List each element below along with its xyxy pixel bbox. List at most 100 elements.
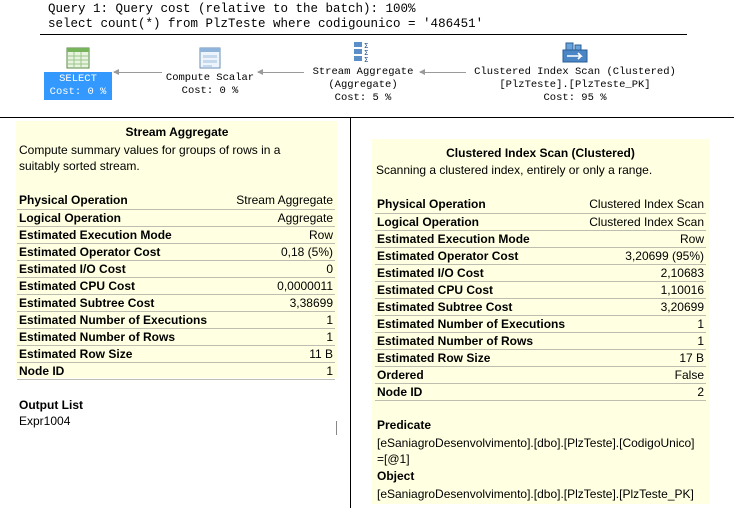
property-row: Estimated Subtree Cost 3,38699 bbox=[17, 294, 335, 312]
plan-node-clustered-index-scan[interactable]: Clustered Index Scan (Clustered) [PlzTes… bbox=[466, 40, 684, 105]
property-row: Estimated Row Size 17 B bbox=[375, 349, 706, 367]
property-row: Estimated CPU Cost 0,0000011 bbox=[17, 277, 335, 295]
property-name: Estimated I/O Cost bbox=[17, 260, 226, 278]
plan-divider bbox=[40, 34, 687, 35]
property-value: 17 B bbox=[579, 349, 706, 367]
clustered-scan-label: Clustered Index Scan (Clustered) bbox=[474, 66, 676, 78]
property-name: Ordered bbox=[375, 366, 580, 384]
plan-node-select[interactable]: SELECT Cost: 0 % bbox=[44, 46, 112, 100]
stream-aggregate-properties: Physical Operation Stream Aggregate Logica… bbox=[17, 192, 335, 380]
property-value: 1 bbox=[225, 328, 335, 346]
property-row: Estimated I/O Cost 2,10683 bbox=[375, 264, 706, 282]
stream-aggregate-cost: Cost: 5 % bbox=[334, 92, 392, 104]
property-name: Estimated Number of Executions bbox=[375, 315, 580, 333]
property-value: 11 B bbox=[225, 345, 335, 363]
property-value: 2 bbox=[579, 383, 706, 401]
stream-aggregate-sub: (Aggregate) bbox=[328, 79, 398, 91]
clustered-scan-properties: Physical Operation Clustered Index Scan Lo… bbox=[375, 196, 706, 401]
property-name: Logical Operation bbox=[375, 213, 580, 231]
property-name: Estimated Number of Rows bbox=[375, 332, 580, 350]
compute-scalar-label: Compute Scalar bbox=[165, 72, 255, 84]
query-cost-line: Query 1: Query cost (relative to the bat… bbox=[48, 2, 416, 16]
tooltip-area-divider bbox=[0, 117, 734, 118]
tooltip-description-line2: suitably sorted stream. bbox=[19, 159, 140, 173]
select-node-selected: SELECT Cost: 0 % bbox=[44, 72, 112, 100]
property-name: Estimated Subtree Cost bbox=[17, 294, 226, 312]
property-name: Node ID bbox=[17, 362, 226, 380]
select-node-label: SELECT bbox=[59, 73, 97, 85]
tooltip-title: Clustered Index Scan (Clustered) bbox=[446, 146, 635, 160]
result-grid-icon bbox=[66, 47, 90, 69]
arrow-scan-to-aggregate bbox=[419, 69, 466, 75]
property-value: 1 bbox=[579, 315, 706, 333]
property-row: Estimated Execution Mode Row bbox=[375, 230, 706, 248]
property-name: Estimated I/O Cost bbox=[375, 264, 580, 282]
property-name: Logical Operation bbox=[17, 209, 226, 227]
property-value: 2,10683 bbox=[579, 264, 706, 282]
property-row: Node ID 2 bbox=[375, 383, 706, 401]
property-name: Estimated Number of Rows bbox=[17, 328, 226, 346]
property-row: Estimated I/O Cost 0 bbox=[17, 260, 335, 278]
query-sql-line: select count(*) from PlzTeste where codi… bbox=[48, 17, 484, 31]
property-name: Estimated Subtree Cost bbox=[375, 298, 580, 316]
property-value: 0,0000011 bbox=[225, 277, 335, 295]
property-value: Stream Aggregate bbox=[225, 192, 335, 210]
property-name: Node ID bbox=[375, 383, 580, 401]
clustered-scan-tooltip: Clustered Index Scan (Clustered) Scannin… bbox=[372, 139, 709, 504]
property-row: Estimated Number of Executions 1 bbox=[375, 315, 706, 333]
object-value: [eSaniagroDesenvolvimento].[dbo].[PlzTes… bbox=[377, 487, 694, 501]
property-row: Logical Operation Aggregate bbox=[17, 209, 335, 227]
property-row: Estimated Row Size 11 B bbox=[17, 345, 335, 363]
property-row: Estimated Subtree Cost 3,20699 bbox=[375, 298, 706, 316]
property-value: Aggregate bbox=[225, 209, 335, 227]
property-row: Estimated CPU Cost 1,10016 bbox=[375, 281, 706, 299]
property-value: Clustered Index Scan bbox=[579, 196, 706, 214]
clustered-index-scan-icon bbox=[562, 42, 588, 63]
select-node-cost: Cost: 0 % bbox=[49, 86, 107, 98]
property-value: 0 bbox=[225, 260, 335, 278]
tooltip-split-divider bbox=[350, 117, 351, 508]
property-row: Estimated Operator Cost 3,20699 (95%) bbox=[375, 247, 706, 265]
object-label: Object bbox=[377, 469, 415, 483]
predicate-line2: =[@1] bbox=[377, 452, 410, 466]
stream-aggregate-tooltip: Stream Aggregate Compute summary values … bbox=[16, 121, 338, 428]
text-cursor bbox=[336, 421, 337, 435]
property-name: Estimated Row Size bbox=[375, 349, 580, 367]
property-row: Estimated Number of Rows 1 bbox=[17, 328, 335, 346]
compute-scalar-icon bbox=[199, 47, 221, 69]
tooltip-description: Scanning a clustered index, entirely or … bbox=[376, 163, 653, 177]
property-name: Estimated Number of Executions bbox=[17, 311, 226, 329]
property-value: 1 bbox=[225, 311, 335, 329]
stream-aggregate-label: Stream Aggregate bbox=[312, 66, 414, 78]
property-name: Physical Operation bbox=[17, 192, 226, 210]
compute-scalar-cost: Cost: 0 % bbox=[181, 85, 239, 97]
property-name: Physical Operation bbox=[375, 196, 580, 214]
property-value: 3,38699 bbox=[225, 294, 335, 312]
property-value: 1,10016 bbox=[579, 281, 706, 299]
plan-node-compute-scalar[interactable]: Compute Scalar Cost: 0 % bbox=[158, 46, 262, 98]
property-row: Estimated Number of Rows 1 bbox=[375, 332, 706, 350]
property-name: Estimated Execution Mode bbox=[375, 230, 580, 248]
property-value: Row bbox=[579, 230, 706, 248]
property-row: Estimated Operator Cost 0,18 (5%) bbox=[17, 243, 335, 261]
property-row: Estimated Execution Mode Row bbox=[17, 226, 335, 244]
property-row: Physical Operation Clustered Index Scan bbox=[375, 196, 706, 214]
property-name: Estimated Row Size bbox=[17, 345, 226, 363]
svg-text:Σ: Σ bbox=[364, 56, 368, 64]
predicate-line1: [eSaniagroDesenvolvimento].[dbo].[PlzTes… bbox=[377, 436, 695, 450]
property-name: Estimated Operator Cost bbox=[375, 247, 580, 265]
arrow-compute-to-select bbox=[113, 69, 162, 75]
property-value: 3,20699 (95%) bbox=[579, 247, 706, 265]
property-value: 3,20699 bbox=[579, 298, 706, 316]
property-value: 0,18 (5%) bbox=[225, 243, 335, 261]
property-row: Node ID 1 bbox=[17, 362, 335, 380]
output-list-label: Output List bbox=[19, 398, 83, 412]
plan-node-stream-aggregate[interactable]: Σ Σ Σ Stream Aggregate (Aggregate) Cost:… bbox=[306, 40, 420, 105]
clustered-scan-cost: Cost: 95 % bbox=[543, 92, 607, 104]
arrow-aggregate-to-compute bbox=[257, 69, 304, 75]
property-value: 1 bbox=[579, 332, 706, 350]
property-name: Estimated Execution Mode bbox=[17, 226, 226, 244]
property-name: Estimated Operator Cost bbox=[17, 243, 226, 261]
clustered-scan-sub: [PlzTeste].[PlzTeste_PK] bbox=[499, 79, 651, 91]
property-row: Estimated Number of Executions 1 bbox=[17, 311, 335, 329]
